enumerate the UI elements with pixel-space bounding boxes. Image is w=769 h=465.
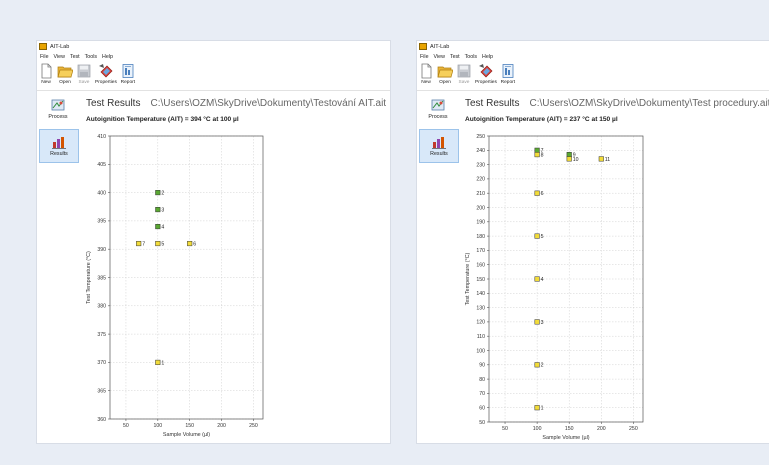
- ignition-point: [155, 207, 161, 213]
- y-tick-label: 130: [476, 305, 485, 311]
- no-ignition-point: [534, 152, 540, 158]
- point-label: 5: [161, 241, 164, 247]
- y-tick-label: 70: [479, 391, 485, 397]
- y-tick-label: 385: [97, 275, 106, 281]
- y-tick-label: 110: [477, 334, 485, 340]
- y-tick-label: 180: [476, 234, 485, 240]
- no-ignition-point: [534, 190, 540, 196]
- y-tick-label: 380: [97, 304, 106, 310]
- point-label: 5: [541, 234, 544, 240]
- y-tick-label: 220: [476, 177, 485, 183]
- no-ignition-point: [534, 319, 540, 325]
- x-tick-label: 250: [249, 423, 258, 429]
- y-tick-label: 160: [476, 263, 485, 269]
- x-tick-label: 50: [502, 426, 508, 432]
- y-tick-label: 405: [97, 162, 106, 168]
- y-tick-label: 190: [476, 220, 485, 226]
- point-label: 6: [193, 241, 196, 247]
- x-tick-label: 100: [533, 426, 542, 432]
- point-label: 2: [541, 363, 544, 369]
- app-window-left: AIT-Lab File View Test Tools Help New Op…: [37, 41, 390, 443]
- y-tick-label: 150: [476, 277, 485, 283]
- no-ignition-point: [566, 156, 572, 162]
- y-tick-label: 90: [479, 363, 485, 369]
- point-label: 4: [541, 277, 544, 283]
- point-label: 8: [541, 152, 544, 158]
- y-tick-label: 60: [479, 406, 485, 412]
- no-ignition-point: [136, 240, 142, 247]
- y-tick-label: 50: [479, 420, 485, 426]
- plot-area: [488, 135, 644, 423]
- x-tick-label: 100: [153, 423, 162, 429]
- no-ignition-point: [534, 276, 540, 282]
- no-ignition-point: [534, 362, 540, 368]
- y-tick-label: 210: [476, 191, 485, 197]
- ignition-point: [566, 152, 572, 158]
- y-tick-label: 120: [476, 320, 485, 326]
- ait-scatter-chart: 50 100 150 200 25036036537037538038539039540…: [86, 134, 264, 438]
- point-label: 7: [142, 241, 145, 247]
- y-tick-label: 200: [476, 205, 485, 211]
- x-axis-title: Sample Volume (µl): [163, 432, 210, 438]
- ignition-point: [534, 147, 540, 153]
- point-label: 4: [161, 224, 164, 230]
- y-tick-label: 360: [97, 417, 106, 423]
- y-tick-label: 400: [97, 190, 106, 196]
- point-label: 3: [541, 320, 544, 326]
- x-tick-label: 250: [629, 426, 638, 432]
- y-tick-label: 410: [97, 134, 106, 140]
- no-ignition-point: [598, 156, 604, 162]
- x-tick-label: 200: [217, 423, 226, 429]
- y-tick-label: 370: [97, 360, 106, 366]
- x-tick-label: 200: [597, 426, 606, 432]
- x-tick-label: 150: [185, 423, 194, 429]
- x-axis-title: Sample Volume (µl): [542, 435, 589, 441]
- y-tick-label: 365: [97, 389, 106, 395]
- y-tick-label: 230: [476, 162, 485, 168]
- y-tick-label: 395: [97, 219, 106, 225]
- no-ignition-point: [534, 405, 540, 411]
- app-window-right: AIT-Lab File View Test Tools Help New Op…: [417, 41, 769, 443]
- x-tick-label: 150: [565, 426, 574, 432]
- ignition-point: [155, 190, 161, 196]
- point-label: 11: [605, 157, 610, 163]
- y-tick-label: 390: [97, 247, 106, 253]
- y-tick-label: 250: [476, 134, 485, 140]
- ignition-point: [155, 224, 161, 230]
- y-axis-title: Test Temperature (°C): [465, 252, 471, 305]
- point-label: 2: [161, 191, 164, 197]
- no-ignition-point: [155, 359, 161, 365]
- ait-scatter-chart: 50 100 150 200 25050607080901001101201301401…: [465, 134, 644, 441]
- point-label: 6: [541, 191, 544, 197]
- no-ignition-point: [187, 240, 193, 247]
- no-ignition-point: [534, 233, 540, 239]
- y-tick-label: 240: [476, 148, 485, 154]
- y-tick-label: 170: [476, 248, 485, 254]
- y-axis-title: Test Temperature (°C): [86, 251, 92, 304]
- y-tick-label: 140: [476, 291, 485, 297]
- point-label: 1: [161, 360, 164, 366]
- point-label: 1: [541, 406, 544, 412]
- y-tick-label: 80: [479, 377, 485, 383]
- point-label: 3: [161, 207, 164, 213]
- x-tick-label: 50: [123, 423, 129, 429]
- y-tick-label: 100: [476, 348, 485, 354]
- y-tick-label: 375: [97, 332, 106, 338]
- point-label: 10: [573, 157, 579, 163]
- no-ignition-point: [155, 240, 161, 247]
